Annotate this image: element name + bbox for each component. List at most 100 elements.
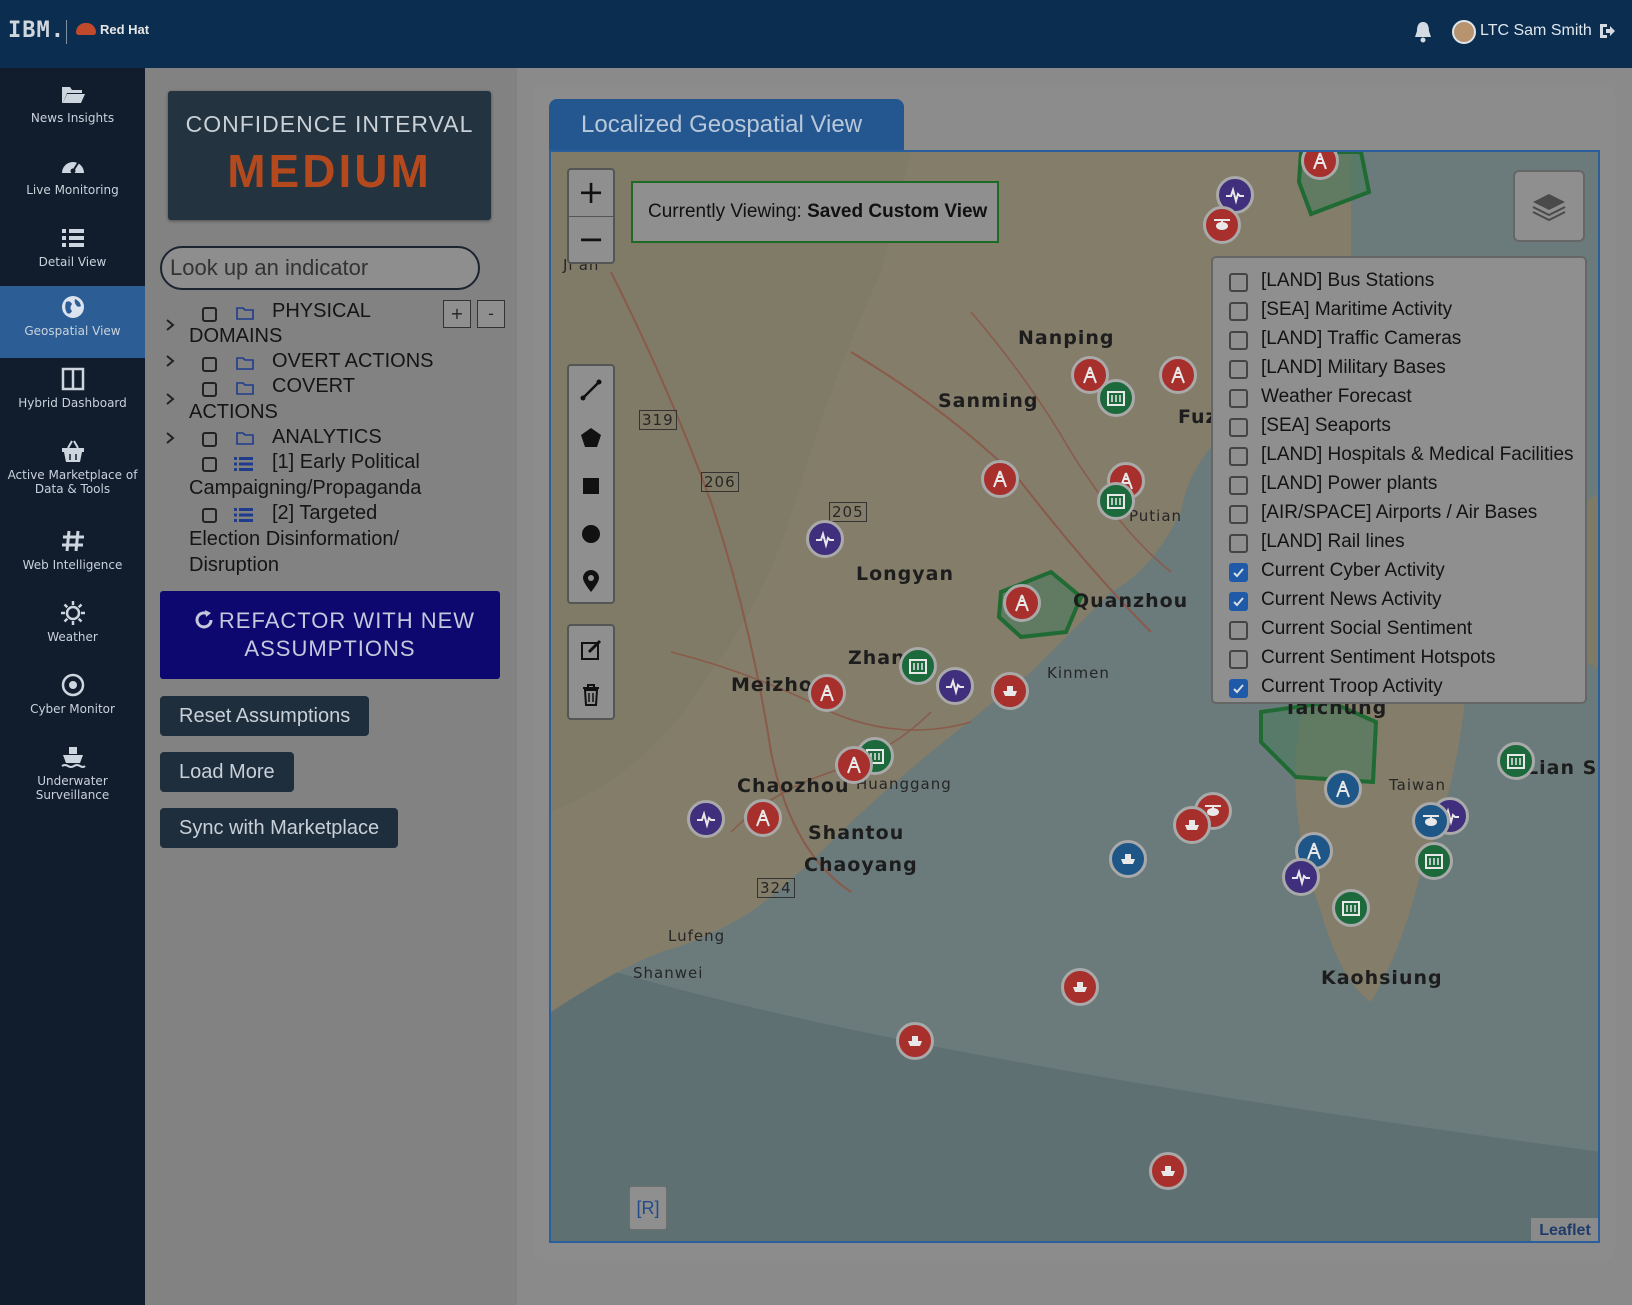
layer-checkbox[interactable] — [1229, 505, 1248, 524]
layer-checkbox[interactable] — [1229, 302, 1248, 321]
tree-item-label[interactable]: Election Disinformation/ — [189, 528, 399, 551]
bell-icon[interactable] — [1412, 20, 1434, 44]
load-more-button[interactable]: Load More — [160, 752, 294, 792]
edit-layers-icon[interactable] — [569, 626, 613, 674]
layer-checkbox[interactable] — [1229, 534, 1248, 553]
cyber-marker[interactable] — [806, 520, 844, 558]
user-avatar[interactable] — [1452, 20, 1476, 44]
r-tag-button[interactable]: [R] — [629, 1186, 667, 1230]
collapse-all-button[interactable]: - — [477, 300, 505, 328]
troop-marker[interactable] — [991, 672, 1029, 710]
indicator-search-input[interactable] — [160, 246, 480, 290]
cyber-marker[interactable] — [936, 667, 974, 705]
sidebar-item-marketplace[interactable]: Active Marketplace of Data & Tools — [0, 430, 145, 520]
layer-checkbox[interactable] — [1229, 273, 1248, 292]
tree-item-label[interactable]: ANALYTICS — [272, 426, 382, 449]
troop-marker[interactable] — [1203, 206, 1241, 244]
user-name[interactable]: LTC Sam Smith — [1480, 22, 1592, 40]
layer-checkbox[interactable] — [1229, 331, 1248, 350]
news-marker[interactable] — [1097, 379, 1135, 417]
news-marker[interactable] — [1097, 482, 1135, 520]
layers-toggle-button[interactable] — [1513, 170, 1585, 242]
refactor-button[interactable]: REFACTOR WITH NEW ASSUMPTIONS — [160, 591, 500, 679]
sync-marketplace-button[interactable]: Sync with Marketplace — [160, 808, 399, 848]
layer-checkbox[interactable] — [1229, 360, 1248, 379]
map-label-quanzhou: Quanzhou — [1073, 590, 1189, 612]
troop-marker[interactable] — [1173, 806, 1211, 844]
ibm-logo[interactable]: IBM. — [8, 18, 65, 43]
tree-item-label[interactable]: OVERT ACTIONS — [272, 350, 434, 373]
tree-item-label[interactable]: [1] Early Political — [272, 451, 420, 474]
tree-item-label[interactable]: DOMAINS — [189, 325, 282, 348]
layer-checkbox[interactable] — [1229, 389, 1248, 408]
layer-checkbox[interactable] — [1229, 621, 1248, 640]
sidebar-item-live-monitoring[interactable]: Live Monitoring — [0, 145, 145, 217]
tree-item-label[interactable]: COVERT — [272, 375, 355, 398]
draw-polyline-icon[interactable] — [569, 366, 613, 414]
troop-marker[interactable] — [1061, 968, 1099, 1006]
sidebar-item-cyber-monitor[interactable]: Cyber Monitor — [0, 664, 145, 736]
tree-checkbox[interactable] — [202, 357, 217, 372]
zoom-in-button[interactable]: + — [569, 170, 613, 216]
chevron-right-icon[interactable] — [164, 319, 176, 331]
cyber-marker[interactable] — [1282, 858, 1320, 896]
news-marker[interactable] — [1415, 842, 1453, 880]
chevron-right-icon[interactable] — [164, 355, 176, 367]
cyber-marker[interactable] — [687, 800, 725, 838]
tree-checkbox[interactable] — [202, 382, 217, 397]
expand-all-button[interactable]: + — [443, 300, 471, 328]
sidebar-item-web-intelligence[interactable]: Web Intelligence — [0, 520, 145, 592]
trash-icon[interactable] — [569, 672, 613, 720]
troop-marker[interactable] — [1149, 1152, 1187, 1190]
tree-checkbox[interactable] — [202, 432, 217, 447]
chevron-right-icon[interactable] — [164, 393, 176, 405]
chevron-right-icon[interactable] — [164, 432, 176, 444]
sidebar-item-hybrid-dashboard[interactable]: Hybrid Dashboard — [0, 358, 145, 430]
zoom-out-button[interactable]: − — [569, 217, 613, 263]
redhat-logo[interactable]: Red Hat — [76, 22, 149, 37]
troop-marker[interactable] — [981, 460, 1019, 498]
sidebar-item-geospatial-view[interactable]: Geospatial View — [0, 286, 145, 358]
sidebar-item-weather[interactable]: Weather — [0, 592, 145, 664]
layer-checkbox[interactable] — [1229, 650, 1248, 669]
leaflet-attribution-link[interactable]: Leaflet — [1531, 1218, 1598, 1241]
maritime-marker[interactable] — [1324, 770, 1362, 808]
draw-polygon-icon[interactable] — [569, 414, 613, 462]
layer-checkbox[interactable] — [1229, 418, 1248, 437]
maritime-marker[interactable] — [1412, 802, 1450, 840]
tree-item-label[interactable]: Campaigning/Propaganda — [189, 477, 421, 500]
reset-assumptions-button[interactable]: Reset Assumptions — [160, 696, 370, 736]
sidebar-item-news-insights[interactable]: News Insights — [0, 73, 145, 145]
news-marker[interactable] — [1497, 742, 1535, 780]
troop-marker[interactable] — [835, 746, 873, 784]
tree-checkbox[interactable] — [202, 508, 217, 523]
news-marker[interactable] — [1332, 889, 1370, 927]
sidebar-item-underwater-surveillance[interactable]: Underwater Surveillance — [0, 736, 145, 826]
basket-icon — [61, 440, 84, 462]
layer-checkbox[interactable] — [1229, 476, 1248, 495]
tree-item-label[interactable]: Disruption — [189, 554, 279, 577]
troop-marker[interactable] — [1003, 584, 1041, 622]
layer-checkbox-checked[interactable] — [1229, 679, 1248, 698]
tree-item-label[interactable]: [2] Targeted — [272, 502, 377, 525]
news-marker[interactable] — [899, 647, 937, 685]
troop-marker[interactable] — [744, 799, 782, 837]
tree-item-label[interactable]: ACTIONS — [189, 401, 278, 424]
troop-marker[interactable] — [808, 674, 846, 712]
tree-checkbox[interactable] — [202, 457, 217, 472]
tree-checkbox[interactable] — [202, 307, 217, 322]
draw-marker-icon[interactable] — [569, 558, 613, 606]
logout-icon[interactable] — [1598, 22, 1616, 40]
sidebar-item-detail-view[interactable]: Detail View — [0, 217, 145, 289]
draw-circle-icon[interactable] — [569, 510, 613, 558]
troop-marker[interactable] — [896, 1022, 934, 1060]
tree-item-label[interactable]: PHYSICAL — [272, 300, 371, 323]
tab-localized-geospatial-view[interactable]: Localized Geospatial View — [549, 99, 904, 151]
layer-checkbox[interactable] — [1229, 447, 1248, 466]
maritime-marker[interactable] — [1109, 840, 1147, 878]
troop-marker[interactable] — [1159, 356, 1197, 394]
draw-rectangle-icon[interactable] — [569, 462, 613, 510]
map-container[interactable]: Ji'an Nanping Sanming Fuz Putian Longyan… — [549, 150, 1600, 1243]
layer-checkbox-checked[interactable] — [1229, 563, 1248, 582]
layer-checkbox-checked[interactable] — [1229, 592, 1248, 611]
